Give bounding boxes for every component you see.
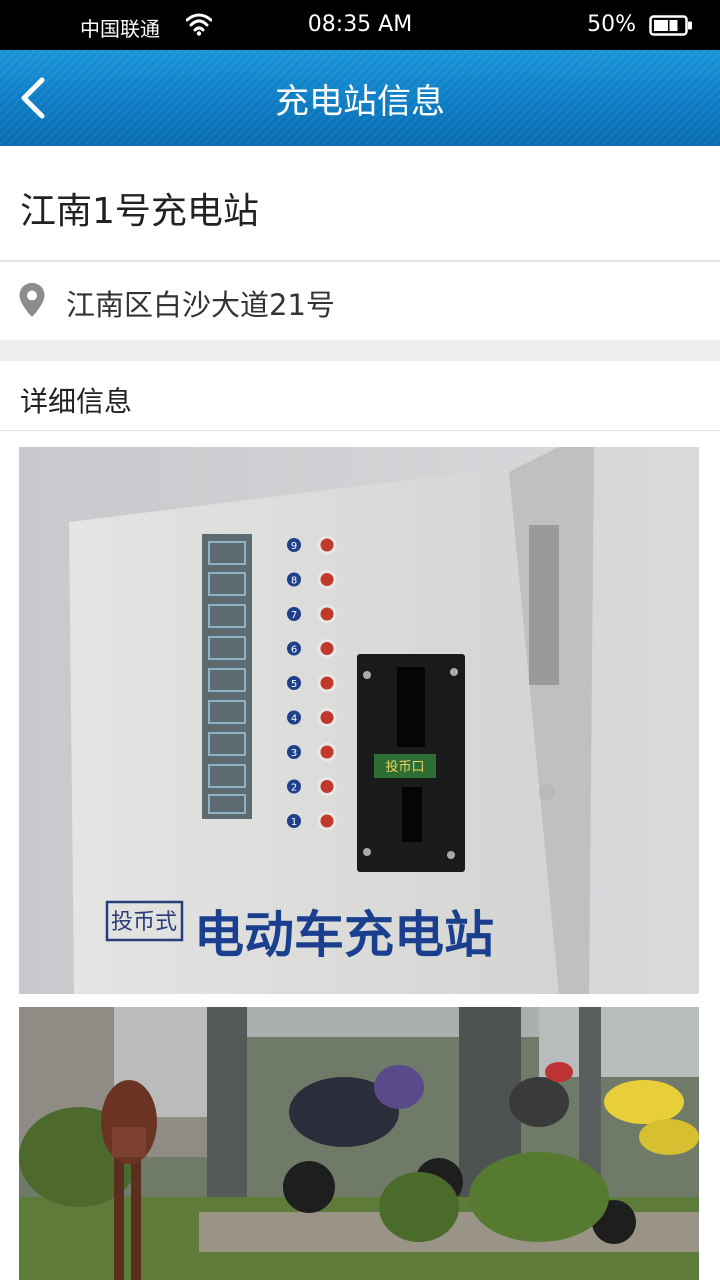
status-bar: 中国联通 08:35 AM 50% (0, 0, 720, 50)
station-name: 江南1号充电站 (20, 191, 259, 232)
station-address[interactable]: 江南区白沙大道21号 (66, 282, 335, 324)
station-photo-2[interactable] (19, 1007, 699, 1280)
divider (0, 260, 720, 262)
panel-red-button (317, 777, 337, 796)
panel-number-label: 6 (291, 645, 297, 656)
panel-number-label: 2 (291, 783, 297, 794)
panel-number-label: 8 (291, 576, 297, 587)
panel-number-label: 4 (291, 714, 297, 725)
panel-number-label: 9 (291, 541, 297, 552)
details-heading: 详细信息 (20, 385, 133, 418)
coin-slot-label: 投币口 (385, 759, 424, 775)
panel-red-button (317, 673, 337, 693)
nav-bar: 充电站信息 (0, 50, 720, 146)
panel-red-button (317, 708, 337, 727)
panel-red-button (317, 639, 337, 658)
panel-red-button (317, 811, 337, 831)
location-pin-icon (18, 282, 46, 318)
battery-percent: 50% (587, 12, 636, 37)
divider (0, 430, 720, 431)
battery-icon (649, 15, 692, 36)
panel-red-button (317, 742, 337, 762)
panel-red-button (317, 535, 337, 555)
station-photo-1[interactable]: 9 8 7 6 5 4 3 2 1 投币口 投币式 电动车充电站 (19, 447, 699, 994)
page-title: 充电站信息 (275, 82, 445, 122)
sign-text: 电动车充电站 (194, 906, 494, 964)
sign-tag: 投币式 (111, 910, 177, 935)
panel-number-label: 7 (291, 610, 297, 621)
panel-number-label: 1 (291, 817, 297, 828)
panel-number-label: 3 (291, 748, 297, 759)
panel-red-button (317, 604, 337, 624)
section-gap (0, 340, 720, 361)
panel-red-button (317, 570, 337, 589)
panel-number-label: 5 (291, 679, 297, 690)
